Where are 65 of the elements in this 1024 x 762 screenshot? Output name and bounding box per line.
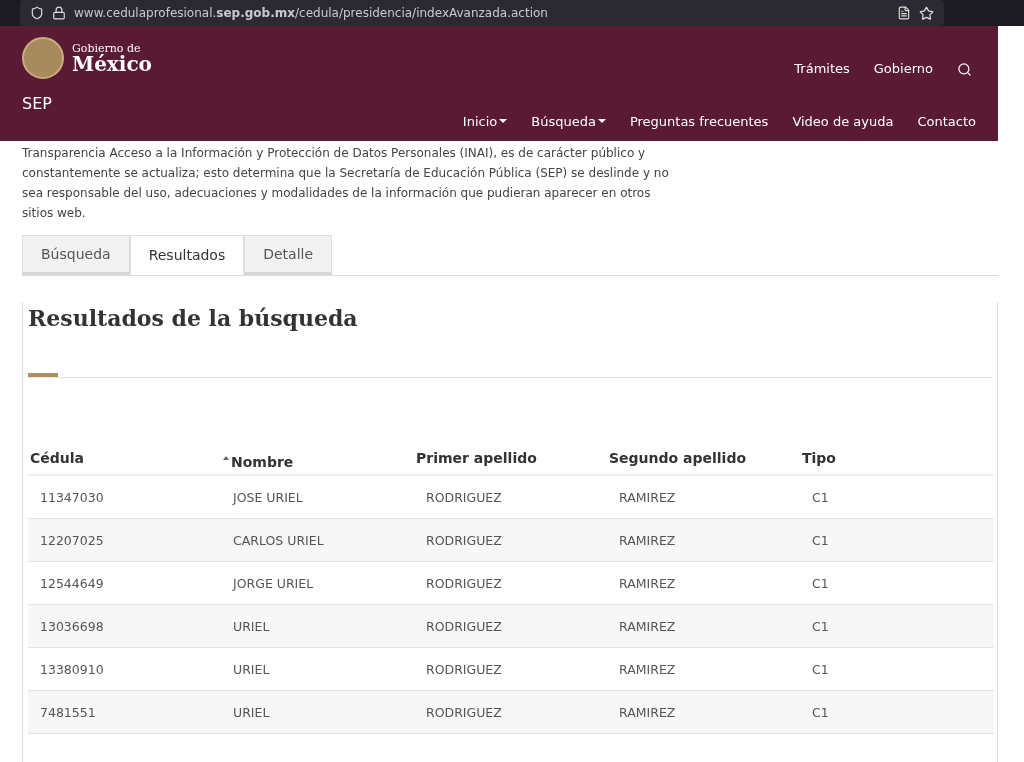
table-cell: RODRIGUEZ (426, 619, 502, 634)
nav-link[interactable]: Contacto (917, 111, 976, 131)
table-cell: JORGE URIEL (233, 576, 314, 591)
sort-icon (223, 456, 229, 460)
logo-text-large: México (72, 53, 152, 74)
table-cell: RODRIGUEZ (426, 662, 502, 677)
table-cell: RAMIREZ (619, 576, 676, 591)
nav-link[interactable]: Búsqueda (531, 111, 606, 131)
table-cell: RAMIREZ (619, 662, 676, 677)
column-header[interactable]: Tipo (802, 448, 836, 469)
address-bar[interactable]: www.cedulaprofesional.sep.gob.mx/cedula/presidencia/indexAvanzada.action (20, 0, 944, 26)
table-cell: C1 (812, 619, 829, 634)
column-header[interactable]: Primer apellido (416, 448, 537, 469)
table-cell: C1 (812, 533, 829, 548)
table-cell: URIEL (233, 662, 270, 677)
table-cell: RODRIGUEZ (426, 705, 502, 720)
table-row[interactable]: 12207025 CARLOS URIEL RODRIGUEZ RAMIREZ C1 (28, 519, 994, 562)
table-cell: 12207025 (40, 533, 104, 548)
top-nav-link[interactable]: Gobierno (873, 59, 933, 79)
title-underline (28, 373, 58, 377)
column-header[interactable]: Nombre (223, 452, 294, 473)
emblem-icon (22, 37, 64, 79)
nav-link[interactable]: Preguntas frecuentes (629, 111, 769, 131)
tab[interactable]: Detalle (244, 235, 333, 275)
table-cell: C1 (812, 705, 829, 720)
logo-text-small: Gobierno de (72, 42, 141, 54)
column-header[interactable]: Cédula (30, 448, 84, 469)
table-cell: 13380910 (40, 662, 104, 677)
url-text: www.cedulaprofesional.sep.gob.mx/cedula/presidencia/indexAvanzada.action (74, 5, 549, 22)
table-cell: JOSE URIEL (233, 490, 303, 505)
table-cell: RAMIREZ (619, 705, 676, 720)
table-cell: C1 (812, 576, 829, 591)
nav-link[interactable]: Video de ayuda (792, 111, 894, 131)
table-cell: RODRIGUEZ (426, 490, 502, 505)
table-cell: URIEL (233, 619, 270, 634)
star-icon[interactable] (919, 5, 934, 21)
results-heading: Resultados de la búsqueda (28, 304, 359, 333)
table-cell: C1 (812, 662, 829, 677)
table-cell: 11347030 (40, 490, 104, 505)
table-cell: CARLOS URIEL (233, 533, 324, 548)
reader-view-icon[interactable] (897, 6, 911, 20)
lock-icon (52, 6, 66, 20)
table-row[interactable]: 7481551 URIEL RODRIGUEZ RAMIREZ C1 (28, 691, 994, 734)
tab[interactable]: Resultados (129, 235, 245, 275)
table-cell: 13036698 (40, 619, 104, 634)
disclaimer-paragraph: Transparencia Acceso a la Información y Protección de Datos Personales (INAI), es de carácter público y constantemente se actualiza; esto determina que la Secretaría de Educación Pública (SEP) se deslinde y no sea responsable del uso, adecuaciones y modalidades de la información que pudieran aparecer en otros sitios web. (22, 145, 670, 222)
table-cell: RAMIREZ (619, 619, 676, 634)
table-cell: RAMIREZ (619, 533, 676, 548)
top-nav-link[interactable]: Trámites (794, 59, 850, 79)
table-cell: C1 (812, 490, 829, 505)
column-header[interactable]: Segundo apellido (609, 448, 747, 469)
caret-icon (597, 119, 606, 124)
search-icon[interactable] (957, 61, 972, 77)
table-cell: 7481551 (40, 705, 96, 720)
table-cell: RAMIREZ (619, 490, 676, 505)
table-cell: RODRIGUEZ (426, 533, 502, 548)
caret-icon (499, 119, 508, 124)
shield-icon (30, 6, 44, 20)
nav-link[interactable]: Inicio (462, 111, 508, 131)
site-name: SEP (22, 93, 52, 115)
table-cell: 12544649 (40, 576, 104, 591)
table-cell: URIEL (233, 705, 270, 720)
table-row[interactable]: 13036698 URIEL RODRIGUEZ RAMIREZ C1 (28, 605, 994, 648)
tab[interactable]: Búsqueda (22, 235, 130, 275)
table-cell: RODRIGUEZ (426, 576, 502, 591)
